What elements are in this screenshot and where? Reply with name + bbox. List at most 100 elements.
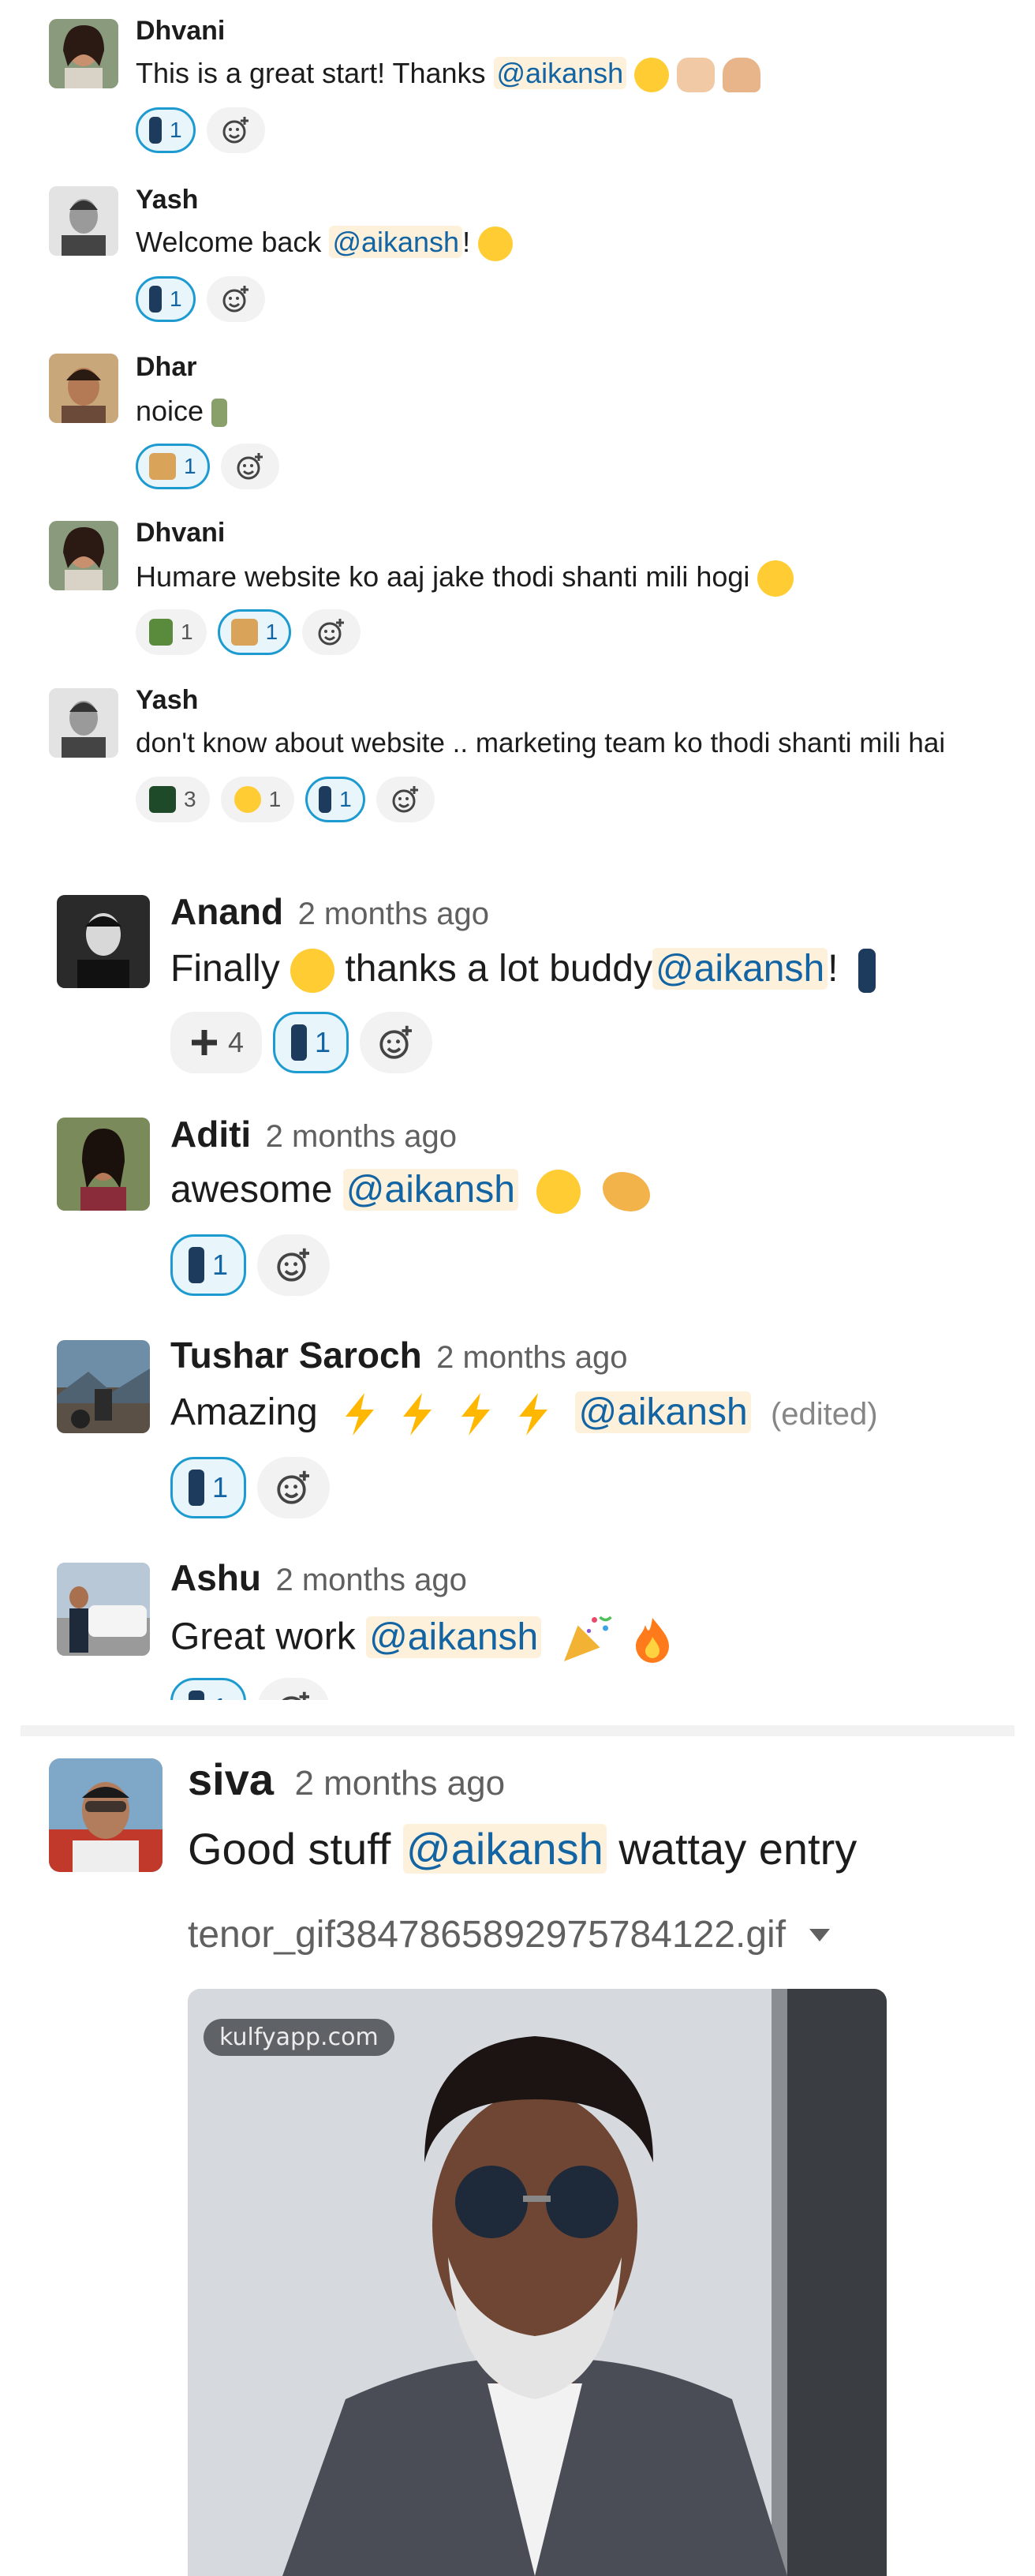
add-reaction-button[interactable] <box>257 1678 331 1700</box>
reaction-person[interactable]: 1 <box>136 107 196 153</box>
author-name[interactable]: Aditi <box>170 1114 251 1155</box>
file-name[interactable]: tenor_gif3847865892975784122.gif <box>188 1913 786 1956</box>
avatar[interactable] <box>57 1118 150 1211</box>
author-name[interactable]: siva <box>188 1754 274 1804</box>
timestamp[interactable]: 2 months ago <box>294 1764 505 1803</box>
add-reaction-button[interactable] <box>360 1012 433 1073</box>
author-name[interactable]: Dhvani <box>136 518 225 549</box>
avatar[interactable] <box>57 1340 150 1433</box>
divider <box>21 1725 1014 1736</box>
author-name[interactable]: Anand <box>170 891 283 932</box>
chevron-down-icon[interactable] <box>808 1927 831 1943</box>
author-name[interactable]: Dhvani <box>136 16 225 47</box>
author-name[interactable]: Yash <box>136 185 198 215</box>
avatar[interactable] <box>49 521 118 590</box>
message-text: Amazing @aikansh (edited) <box>170 1391 878 1438</box>
add-reaction-button[interactable] <box>220 444 279 489</box>
reactions-clipped: 1 <box>170 1678 454 1700</box>
mention[interactable]: @aikansh <box>329 226 463 258</box>
author-name[interactable]: Tushar Saroch <box>170 1335 422 1376</box>
mention[interactable]: @aikansh <box>652 948 828 990</box>
reaction-person[interactable]: 1 <box>136 276 196 322</box>
dancing-emoji-icon <box>211 399 228 428</box>
pray-emoji-icon <box>723 58 761 93</box>
message-header: Ashu 2 months ago <box>170 1556 467 1599</box>
reaction-person[interactable]: 1 <box>170 1457 247 1518</box>
reaction-person[interactable]: 1 <box>305 777 365 822</box>
fire-emoji-icon <box>635 1618 669 1663</box>
timestamp[interactable]: 2 months ago <box>275 1563 466 1597</box>
hushed-face-emoji-icon <box>536 1170 581 1215</box>
add-reaction-button[interactable] <box>206 276 265 322</box>
add-reaction-button[interactable] <box>257 1234 331 1296</box>
add-reaction-button[interactable] <box>376 777 435 822</box>
zap-emoji-icon <box>346 1393 375 1436</box>
avatar[interactable] <box>49 1758 163 1872</box>
author-name[interactable]: Ashu <box>170 1557 261 1598</box>
reaction-matrix[interactable]: 3 <box>136 777 210 822</box>
avatar[interactable] <box>57 895 150 988</box>
avatar[interactable] <box>57 1563 150 1656</box>
grin-emoji-icon <box>634 58 670 93</box>
gif-image <box>188 1989 887 2576</box>
raised-hands-emoji-icon <box>677 58 716 93</box>
mention[interactable]: @aikansh <box>575 1391 751 1433</box>
zap-emoji-icon <box>403 1393 432 1436</box>
reaction-person[interactable]: 1 <box>273 1012 349 1073</box>
avatar[interactable] <box>49 354 118 423</box>
gif-preview[interactable]: kulfyapp.com <box>188 1989 887 2576</box>
message-text: awesome @aikansh <box>170 1168 650 1215</box>
reactions: 1 <box>136 107 265 153</box>
avatar[interactable] <box>49 19 118 88</box>
reactions: 4 1 <box>170 1012 433 1073</box>
avatar[interactable] <box>49 186 118 256</box>
person-emoji-icon <box>189 1247 204 1283</box>
message-header: Anand 2 months ago <box>170 890 489 933</box>
message-text: Finally thanks a lot buddy@aikansh! <box>170 947 876 994</box>
author-name[interactable]: Yash <box>136 685 198 716</box>
reaction-doge[interactable]: 1 <box>136 444 210 489</box>
zap-emoji-icon <box>519 1393 548 1436</box>
mention[interactable]: @aikansh <box>342 1169 518 1211</box>
reactions: 1 1 <box>136 609 361 655</box>
clap-emoji-icon <box>602 1172 650 1212</box>
message-header: siva 2 months ago <box>188 1754 505 1805</box>
reaction-plus[interactable]: 4 <box>170 1012 263 1073</box>
add-reaction-button[interactable] <box>302 609 361 655</box>
reaction-joy[interactable]: 1 <box>220 777 295 822</box>
message-text: Welcome back @aikansh! <box>136 226 514 262</box>
message-text: Humare website ko aaj jake thodi shanti … <box>136 560 794 597</box>
person-emoji-icon <box>291 1024 308 1061</box>
file-header[interactable]: tenor_gif3847865892975784122.gif <box>188 1913 831 1956</box>
add-reaction-button[interactable] <box>257 1457 331 1518</box>
reactions: 1 <box>170 1457 331 1518</box>
timestamp[interactable]: 2 months ago <box>298 897 489 931</box>
person-emoji-icon <box>319 786 332 813</box>
add-reaction-icon <box>277 1470 310 1504</box>
add-reaction-button[interactable] <box>206 107 265 153</box>
mention[interactable]: @aikansh <box>402 1824 607 1874</box>
reaction-plant[interactable]: 1 <box>136 609 207 655</box>
mention[interactable]: @aikansh <box>493 57 627 89</box>
reaction-person[interactable]: 1 <box>170 1234 247 1296</box>
reactions: 3 1 1 <box>136 777 435 822</box>
mention[interactable]: @aikansh <box>366 1616 542 1658</box>
add-reaction-icon <box>222 286 248 313</box>
message-text: Good stuff @aikansh wattay entry <box>188 1824 858 1874</box>
plant-emoji-icon <box>149 619 173 646</box>
timestamp[interactable]: 2 months ago <box>266 1119 457 1154</box>
author-name[interactable]: Dhar <box>136 352 196 383</box>
plus-icon <box>192 1030 217 1055</box>
avatar[interactable] <box>49 688 118 758</box>
timestamp[interactable]: 2 months ago <box>436 1340 627 1375</box>
slight-smile-emoji-icon <box>478 227 514 262</box>
person-emoji-icon <box>189 1470 204 1506</box>
reaction-person[interactable]: 1 <box>170 1678 247 1700</box>
reaction-doge[interactable]: 1 <box>217 609 292 655</box>
zap-emoji-icon <box>461 1393 490 1436</box>
person-emoji-icon <box>189 1690 204 1700</box>
message-header: Aditi 2 months ago <box>170 1113 457 1155</box>
joy-emoji-icon <box>234 786 261 813</box>
add-reaction-icon <box>277 1248 310 1282</box>
doge-emoji-icon <box>149 453 176 480</box>
